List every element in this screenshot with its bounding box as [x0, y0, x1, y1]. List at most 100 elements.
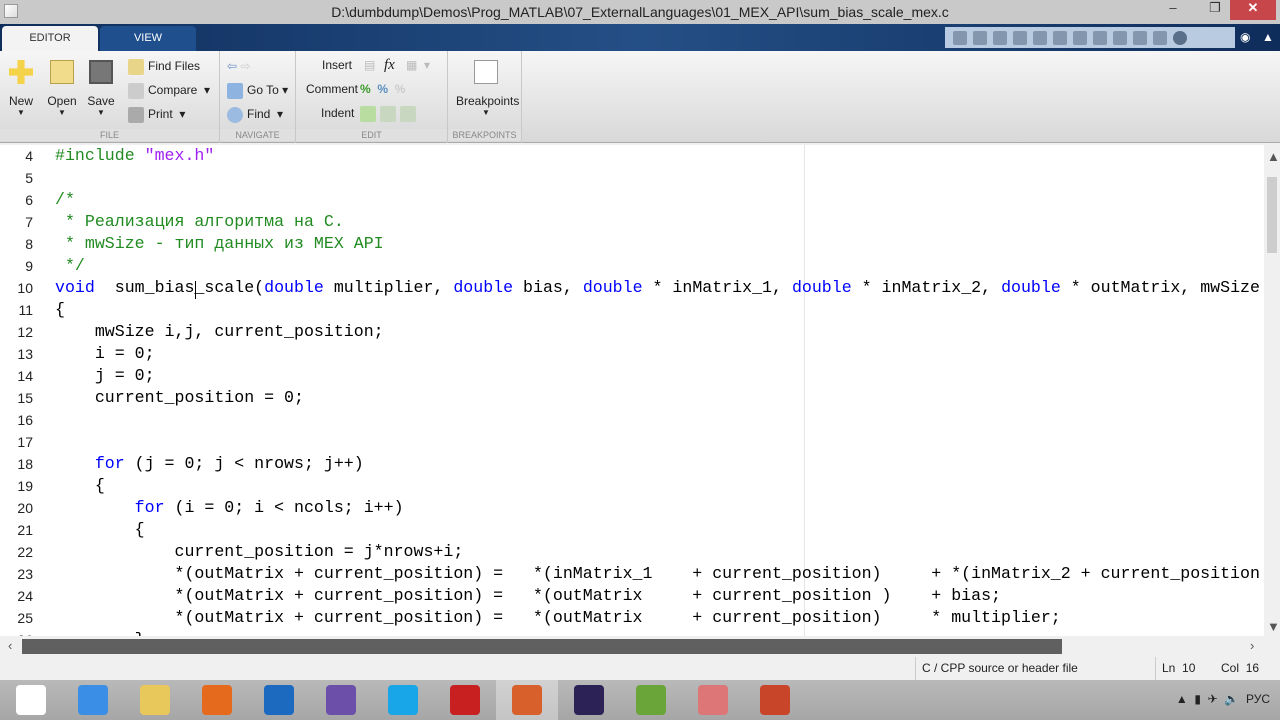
keyword: double [791, 278, 852, 297]
taskbar-powerpoint[interactable] [744, 680, 806, 720]
taskbar-snipping-tool[interactable] [682, 680, 744, 720]
tab-editor[interactable]: EDITOR [2, 26, 98, 51]
vertical-scrollbar[interactable]: ▲ ▼ [1264, 145, 1280, 636]
code-line[interactable]: 23 *(outMatrix + current_position) = *(i… [0, 563, 1264, 585]
code-line[interactable]: 14 j = 0; [0, 365, 1264, 387]
tab-bar: EDITOR VIEW ◉ ▲ [0, 24, 1280, 51]
keyword: double [1001, 278, 1061, 297]
snipping-tool-icon [698, 685, 728, 715]
print-button[interactable]: Print ▾ [128, 104, 185, 124]
paste-icon[interactable] [1093, 30, 1107, 45]
edit-group-label: EDIT [296, 129, 447, 141]
indent-button[interactable]: Indent [321, 103, 354, 123]
fx-button[interactable]: fx [384, 55, 395, 75]
taskbar-tools[interactable] [620, 680, 682, 720]
save-all-icon[interactable] [1033, 30, 1047, 45]
taskbar-start[interactable] [0, 680, 62, 720]
code-line[interactable]: 11 { [0, 299, 1264, 321]
close-button[interactable]: ✕ [1230, 0, 1276, 20]
code-line[interactable]: 26 } [0, 629, 1264, 636]
uncomment-icon: % [377, 82, 389, 96]
help-icon[interactable] [1173, 30, 1187, 45]
line-number: 15 [17, 390, 33, 406]
code-token: * inMatrix_2, [851, 278, 1002, 297]
line-number: 17 [17, 434, 33, 450]
code-line[interactable]: 15 current_position = 0; [0, 387, 1264, 409]
code-line[interactable]: 18 for (j = 0; j < nrows; j++) [0, 453, 1264, 475]
code-line[interactable]: 10 void sum_bias_scale(double multiplier,… [0, 277, 1264, 299]
horizontal-scroll-thumb[interactable] [22, 639, 1062, 654]
indent-icons[interactable] [360, 103, 420, 123]
code-editor[interactable]: 4 #include "mex.h" 5 6 /* 7 * Реализация алго… [0, 145, 1264, 636]
code-line[interactable]: 5 [0, 167, 1264, 189]
comment-icon[interactable]: % % % [360, 79, 405, 99]
taskbar-app-red[interactable] [434, 680, 496, 720]
insert-section-icon[interactable]: ▤ [364, 55, 375, 75]
code-line[interactable]: 9 */ [0, 255, 1264, 277]
collapse-ribbon-icon[interactable]: ▲ [1262, 30, 1274, 44]
vertical-scroll-thumb[interactable] [1267, 177, 1277, 253]
increase-indent-icon [380, 105, 396, 122]
go-to-icon [227, 82, 243, 99]
taskbar-internet-explorer[interactable] [62, 680, 124, 720]
taskbar-firefox[interactable] [186, 680, 248, 720]
code-token: { [55, 520, 145, 539]
code-line[interactable]: 12 mwSize i,j, current_position; [0, 321, 1264, 343]
taskbar-eclipse[interactable] [558, 680, 620, 720]
shortcut-icon[interactable] [993, 30, 1007, 45]
new-shortcut-icon[interactable] [1013, 30, 1027, 45]
scroll-up-icon: ▲ [1267, 149, 1280, 164]
horizontal-scrollbar[interactable]: ‹ › [0, 637, 1264, 656]
code-text: current_position = j*nrows+i; [55, 541, 463, 563]
tab-view[interactable]: VIEW [100, 26, 196, 51]
taskbar-file-explorer[interactable] [124, 680, 186, 720]
go-to-button[interactable]: Go To ▾ [227, 80, 288, 100]
code-line[interactable]: 4 #include "mex.h" [0, 145, 1264, 167]
file-group: New ▼ Open ▼ Save ▼ Find Files Compare ▾ Pr… [0, 51, 220, 143]
save-icon[interactable] [973, 30, 987, 45]
switch-windows-icon[interactable] [1153, 30, 1167, 45]
insert-function-icon[interactable]: ▦ ▾ [406, 55, 430, 75]
breakpoints-button[interactable]: Breakpoints ▼ [456, 57, 519, 117]
keyword: double [453, 278, 514, 297]
code-line[interactable]: 16 [0, 409, 1264, 431]
code-line[interactable]: 19 { [0, 475, 1264, 497]
find-button[interactable]: Find ▾ [227, 104, 283, 124]
save-button[interactable]: Save ▼ [82, 57, 120, 117]
code-line[interactable]: 21 { [0, 519, 1264, 541]
taskbar-outlook[interactable] [248, 680, 310, 720]
code-line[interactable]: 24 *(outMatrix + current_position) = *(o… [0, 585, 1264, 607]
code-line[interactable]: 8 * mwSize - тип данных из MEX API [0, 233, 1264, 255]
comment-button[interactable]: Comment [306, 79, 358, 99]
taskbar-app-purple[interactable] [310, 680, 372, 720]
layout-icon[interactable] [953, 30, 967, 45]
back-button[interactable]: ⇦ ⇨ [227, 56, 250, 76]
code-line[interactable]: 17 [0, 431, 1264, 453]
code-line[interactable]: 7 * Реализация алгоритма на C. [0, 211, 1264, 233]
quick-access-toolbar [945, 27, 1235, 48]
language-indicator[interactable]: РУС [1246, 692, 1270, 706]
restore-button[interactable]: ❐ [1200, 0, 1230, 20]
minimize-button[interactable]: – [1158, 0, 1188, 20]
code-line[interactable]: 6 /* [0, 189, 1264, 211]
open-button[interactable]: Open ▼ [43, 57, 81, 117]
taskbar-skype[interactable] [372, 680, 434, 720]
redo-icon[interactable] [1133, 30, 1147, 45]
copy-icon[interactable] [1073, 30, 1087, 45]
insert-button[interactable]: Insert [322, 55, 352, 75]
code-line[interactable]: 22 current_position = j*nrows+i; [0, 541, 1264, 563]
find-files-button[interactable]: Find Files [128, 56, 200, 76]
start-icon [16, 685, 46, 715]
search-doc-icon[interactable]: ◉ [1240, 30, 1250, 44]
code-line[interactable]: 20 for (i = 0; i < ncols; i++) [0, 497, 1264, 519]
code-text: for (j = 0; j < nrows; j++) [55, 453, 364, 475]
cut-icon[interactable] [1053, 30, 1067, 45]
code-line[interactable]: 25 *(outMatrix + current_position) = *(o… [0, 607, 1264, 629]
code-line[interactable]: 13 i = 0; [0, 343, 1264, 365]
taskbar-matlab[interactable] [496, 680, 558, 720]
compare-button[interactable]: Compare ▾ [128, 80, 210, 100]
new-button[interactable]: New ▼ [2, 57, 40, 117]
undo-icon[interactable] [1113, 30, 1127, 45]
taskbar: ▲ ▮ ✈ 🔈 РУС [0, 680, 1280, 720]
